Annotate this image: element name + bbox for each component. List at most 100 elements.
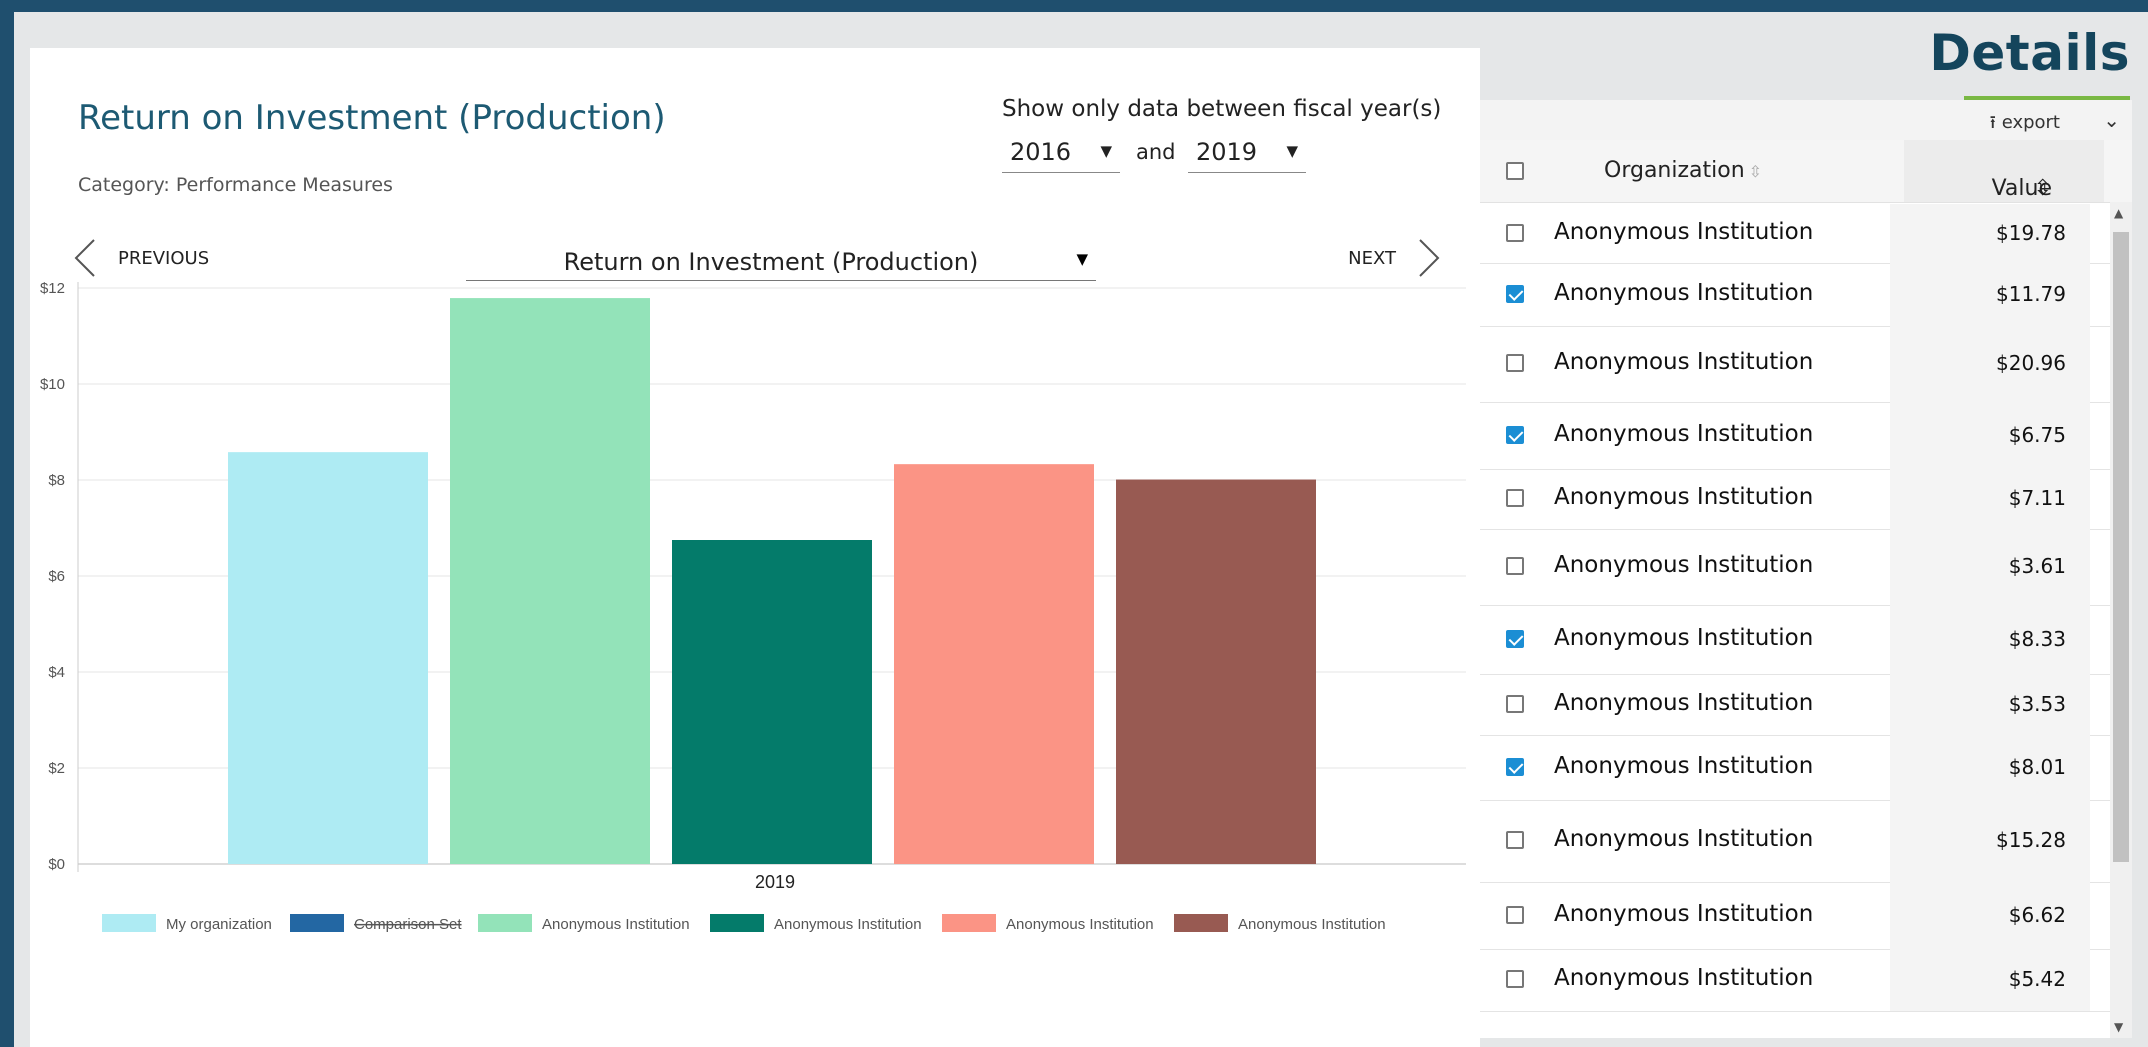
y-tick-label: $0 [48,856,65,873]
organization-cell: Anonymous Institution [1554,279,1814,306]
table-row[interactable]: Anonymous Institution $3.61 [1480,529,2110,606]
value-cell: $3.53 [1890,674,2090,735]
bar [228,452,428,864]
legend-swatch [102,914,156,932]
bar [450,298,650,864]
legend-swatch [478,914,532,932]
legend-swatch [1174,914,1228,932]
y-tick-label: $6 [48,568,65,585]
legend-label: Anonymous Institution [542,916,690,933]
scroll-up-icon[interactable]: ▲ [2114,206,2123,220]
value-cell: $8.01 [1890,735,2090,800]
y-tick-label: $8 [48,472,65,489]
value-text: $19.78 [1996,220,2066,245]
table-scrollbar[interactable]: ▲ ▼ [2110,202,2132,1038]
value-text: $5.42 [2008,967,2066,991]
legend-label: My organization [166,916,272,933]
organization-cell: Anonymous Institution [1554,752,1814,779]
value-cell: $19.78 [1890,204,2090,263]
organization-cell: Anonymous Institution [1554,965,1814,991]
row-checkbox[interactable] [1506,354,1524,372]
row-checkbox[interactable] [1506,694,1524,713]
value-cell: $3.61 [1890,529,2090,605]
row-checkbox[interactable] [1506,284,1524,303]
scroll-down-icon[interactable]: ▼ [2114,1020,2123,1034]
value-cell: $6.75 [1890,402,2090,469]
legend-label: Anonymous Institution [1238,916,1386,933]
value-text: $6.62 [2008,902,2066,927]
legend-swatch [290,914,344,932]
sort-icon: ⇳ [1748,162,1763,181]
export-label: export [2001,112,2060,133]
chevron-down-icon[interactable]: ⌄ [2103,108,2120,132]
row-checkbox[interactable] [1506,557,1524,575]
organization-column-header[interactable]: Organization ⇳ [1604,158,1762,183]
organization-cell: Anonymous Institution [1554,218,1814,245]
organization-cell: Anonymous Institution [1554,689,1814,716]
value-cell: $7.11 [1890,469,2090,529]
x-tick-label: 2019 [755,872,795,892]
bar [672,540,872,864]
chart-card: Return on Investment (Production) Catego… [30,48,1480,1047]
table-row[interactable]: Anonymous Institution $3.53 [1480,674,2110,736]
organization-cell: Anonymous Institution [1554,349,1814,375]
table-row[interactable]: Anonymous Institution $6.75 [1480,402,2110,470]
table-row[interactable]: Anonymous Institution $6.62 [1480,882,2110,950]
value-text: $8.33 [2008,626,2066,651]
table-row[interactable]: Anonymous Institution $15.28 [1480,800,2110,883]
organization-cell: Anonymous Institution [1554,484,1814,510]
table-row[interactable]: Anonymous Institution $20.96 [1480,326,2110,403]
row-checkbox[interactable] [1506,970,1524,988]
organization-cell: Anonymous Institution [1554,552,1814,578]
value-text: $6.75 [2008,422,2066,447]
legend-swatch [710,914,764,932]
table-toolbar: ⭱ export ⌄ [1480,100,2132,140]
row-checkbox[interactable] [1506,905,1524,924]
value-column-header[interactable]: Value ⇳ [1904,140,2104,202]
scrollbar-thumb[interactable] [2113,232,2129,862]
bar-chart: $0 $2 $4 $6 $8 $10 $12 2019 My organization Compa… [40,280,1466,933]
value-cell: $15.28 [1890,800,2090,882]
value-text: $7.11 [2008,486,2066,510]
legend-label: Anonymous Institution [1006,916,1154,933]
y-tick-label: $12 [40,280,65,297]
value-cell: $20.96 [1890,326,2090,402]
value-cell: $6.62 [1890,882,2090,949]
value-cell: $8.33 [1890,605,2090,674]
value-text: $11.79 [1996,281,2066,306]
y-tick-label: $2 [48,760,65,777]
row-checkbox[interactable] [1506,831,1524,849]
legend-label: Comparison Set [354,916,462,933]
legend-swatch [942,914,996,932]
value-text: $3.61 [2008,554,2066,578]
table-row[interactable]: Anonymous Institution $8.01 [1480,735,2110,801]
row-checkbox[interactable] [1506,757,1524,776]
row-checkbox[interactable] [1506,425,1524,444]
table-row[interactable]: Anonymous Institution $7.11 [1480,469,2110,530]
bar [1116,479,1316,864]
y-tick-label: $10 [40,376,65,393]
table-row[interactable]: Anonymous Institution $19.78 [1480,204,2110,264]
details-table: ⭱ export ⌄ Organization ⇳ Value ⇳ Anonymou… [1480,100,2132,1038]
row-checkbox[interactable] [1506,223,1524,242]
table-row[interactable]: Anonymous Institution $11.79 [1480,263,2110,327]
value-text: $15.28 [1996,828,2066,852]
value-text: $20.96 [1996,351,2066,375]
details-heading: Details [1929,24,2130,82]
table-row[interactable]: Anonymous Institution $5.42 [1480,949,2110,1012]
organization-cell: Anonymous Institution [1554,826,1814,852]
table-row[interactable]: Anonymous Institution $8.33 [1480,605,2110,675]
row-checkbox[interactable] [1506,629,1524,648]
bar [894,464,1094,864]
table-header: Organization ⇳ Value ⇳ [1480,140,2132,203]
sort-icon: ⇳ [2033,176,2052,201]
select-all-checkbox[interactable] [1506,162,1524,180]
organization-header-label: Organization [1604,158,1745,183]
legend-label: Anonymous Institution [774,916,922,933]
organization-cell: Anonymous Institution [1554,900,1814,927]
export-button[interactable]: ⭱ export [1990,110,2060,140]
organization-cell: Anonymous Institution [1554,420,1814,447]
value-text: $8.01 [2008,754,2066,779]
row-checkbox[interactable] [1506,489,1524,507]
upload-icon: ⭱ [1989,112,1996,133]
